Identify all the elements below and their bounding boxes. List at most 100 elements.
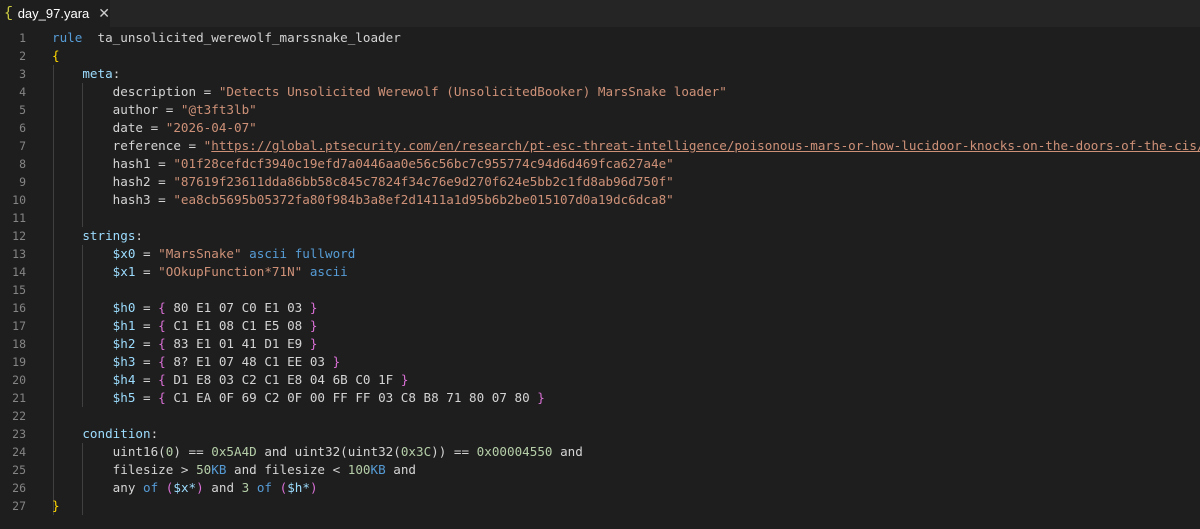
code-line[interactable]: 5 author = "@t3ft3lb" (0, 101, 1200, 119)
line-number: 4 (19, 85, 26, 99)
code-line[interactable]: 6 date = "2026-04-07" (0, 119, 1200, 137)
code-text: any of ($x*) and 3 of ($h*) (52, 479, 318, 497)
code-line[interactable]: 9 hash2 = "87619f23611dda86bb58c845c7824… (0, 173, 1200, 191)
line-number: 6 (19, 121, 26, 135)
line-number: 25 (12, 463, 26, 477)
code-line[interactable]: 17 $h1 = { C1 E1 08 C1 E5 08 } (0, 317, 1200, 335)
line-number: 12 (12, 229, 26, 243)
code-token: 50 (196, 462, 212, 477)
code-text: hash3 = "ea8cb5695b05372fa80f984b3a8ef2d… (52, 191, 674, 209)
code-editor[interactable]: 1 rule ta_unsolicited_werewolf_marssnake_… (0, 29, 1200, 529)
code-line[interactable]: 24 uint16(0) == 0x5A4D and uint32(uint32… (0, 443, 1200, 461)
code-token: KB (370, 462, 386, 477)
code-token: KB (211, 462, 227, 477)
file-icon: { (4, 5, 14, 22)
code-text: } (52, 497, 60, 515)
line-number: 2 (19, 49, 26, 63)
code-line[interactable]: 2{ (0, 47, 1200, 65)
code-line[interactable]: 20 $h4 = { D1 E8 03 C2 C1 E8 04 6B C0 1F… (0, 371, 1200, 389)
code-token: { (158, 372, 166, 387)
code-text: $h3 = { 8? E1 07 48 C1 EE 03 } (52, 353, 341, 371)
code-line[interactable]: 15 (0, 281, 1200, 299)
code-line[interactable]: 16 $h0 = { 80 E1 07 C0 E1 03 } (0, 299, 1200, 317)
code-token: $x1 (112, 264, 136, 279)
code-token: 8? E1 07 48 C1 EE 03 (165, 354, 333, 369)
code-line[interactable]: 12 strings: (0, 227, 1200, 245)
code-line[interactable]: 10 hash3 = "ea8cb5695b05372fa80f984b3a8e… (0, 191, 1200, 209)
code-line[interactable]: 18 $h2 = { 83 E1 01 41 D1 E9 } (0, 335, 1200, 353)
code-line[interactable]: 3 meta: (0, 65, 1200, 83)
code-text: $h5 = { C1 EA 0F 69 C2 0F 00 FF FF 03 C8… (52, 389, 545, 407)
line-number: 3 (19, 67, 26, 81)
code-token: $h2 (112, 336, 136, 351)
code-token: $h5 (112, 390, 136, 405)
code-token: description = (112, 84, 219, 99)
code-token: and uint32(uint32( (256, 444, 401, 459)
code-token: = (135, 372, 159, 387)
code-line[interactable]: 4 description = "Detects Unsolicited Wer… (0, 83, 1200, 101)
code-token: of (143, 480, 159, 495)
code-token: reference = (112, 138, 204, 153)
code-line[interactable]: 27} (0, 497, 1200, 515)
line-number: 16 (12, 301, 26, 315)
code-line[interactable]: 13 $x0 = "MarsSnake" ascii fullword (0, 245, 1200, 263)
code-line[interactable]: 14 $x1 = "OOkupFunction*71N" ascii (0, 263, 1200, 281)
code-token: condition (82, 426, 151, 441)
code-token: 0x00004550 (476, 444, 553, 459)
code-text: rule ta_unsolicited_werewolf_marssnake_l… (52, 29, 401, 47)
code-token: { (158, 318, 166, 333)
code-token: = (135, 246, 159, 261)
code-token: ) == (173, 444, 212, 459)
code-token: C1 EA 0F 69 C2 0F 00 FF FF 03 C8 B8 71 8… (165, 390, 538, 405)
code-token: and (552, 444, 583, 459)
code-token: and (203, 480, 242, 495)
code-line[interactable]: 25 filesize > 50KB and filesize < 100KB … (0, 461, 1200, 479)
code-line[interactable]: 26 any of ($x*) and 3 of ($h*) (0, 479, 1200, 497)
line-number: 27 (12, 499, 26, 513)
code-token: 100 (347, 462, 371, 477)
line-number: 24 (12, 445, 26, 459)
code-line[interactable]: 22 (0, 407, 1200, 425)
code-line[interactable]: 21 $h5 = { C1 EA 0F 69 C2 0F 00 FF FF 03… (0, 389, 1200, 407)
tab-title: day_97.yara (17, 6, 90, 21)
code-line[interactable]: 8 hash1 = "01f28cefdcf3940c19efd7a0446aa… (0, 155, 1200, 173)
code-text: strings: (52, 227, 143, 245)
code-token: 83 E1 01 41 D1 E9 (165, 336, 310, 351)
code-token: } (309, 318, 318, 333)
code-token: ) (196, 480, 204, 495)
code-token: rule (52, 30, 83, 45)
code-token: = (135, 318, 159, 333)
code-text: filesize > 50KB and filesize < 100KB and (52, 461, 416, 479)
code-token: "2026-04-07" (165, 120, 257, 135)
code-line[interactable]: 7 reference = "https://global.ptsecurity… (0, 137, 1200, 155)
code-line[interactable]: 1 rule ta_unsolicited_werewolf_marssnake_… (0, 29, 1200, 47)
tab-day-97-yara[interactable]: { day_97.yara ✕ (0, 0, 110, 27)
code-token: ascii (309, 264, 348, 279)
code-token: $x0 (112, 246, 136, 261)
code-token: ta_unsolicited_werewolf_marssnake_loader (97, 30, 401, 45)
code-line[interactable]: 11 (0, 209, 1200, 227)
code-token: "OOkupFunction*71N" (158, 264, 303, 279)
code-line[interactable]: 19 $h3 = { 8? E1 07 48 C1 EE 03 } (0, 353, 1200, 371)
code-text: reference = "https://global.ptsecurity.c… (52, 137, 1200, 155)
close-icon[interactable]: ✕ (98, 5, 110, 22)
code-token: uint16( (112, 444, 166, 459)
line-number: 7 (19, 139, 26, 153)
code-token[interactable]: https://global.ptsecurity.com/en/researc… (211, 138, 1200, 153)
code-text: $h4 = { D1 E8 03 C2 C1 E8 04 6B C0 1F } (52, 371, 409, 389)
code-text: $x0 = "MarsSnake" ascii fullword (52, 245, 356, 263)
line-number: 18 (12, 337, 26, 351)
code-line[interactable]: 23 condition: (0, 425, 1200, 443)
line-number: 13 (12, 247, 26, 261)
line-number: 19 (12, 355, 26, 369)
